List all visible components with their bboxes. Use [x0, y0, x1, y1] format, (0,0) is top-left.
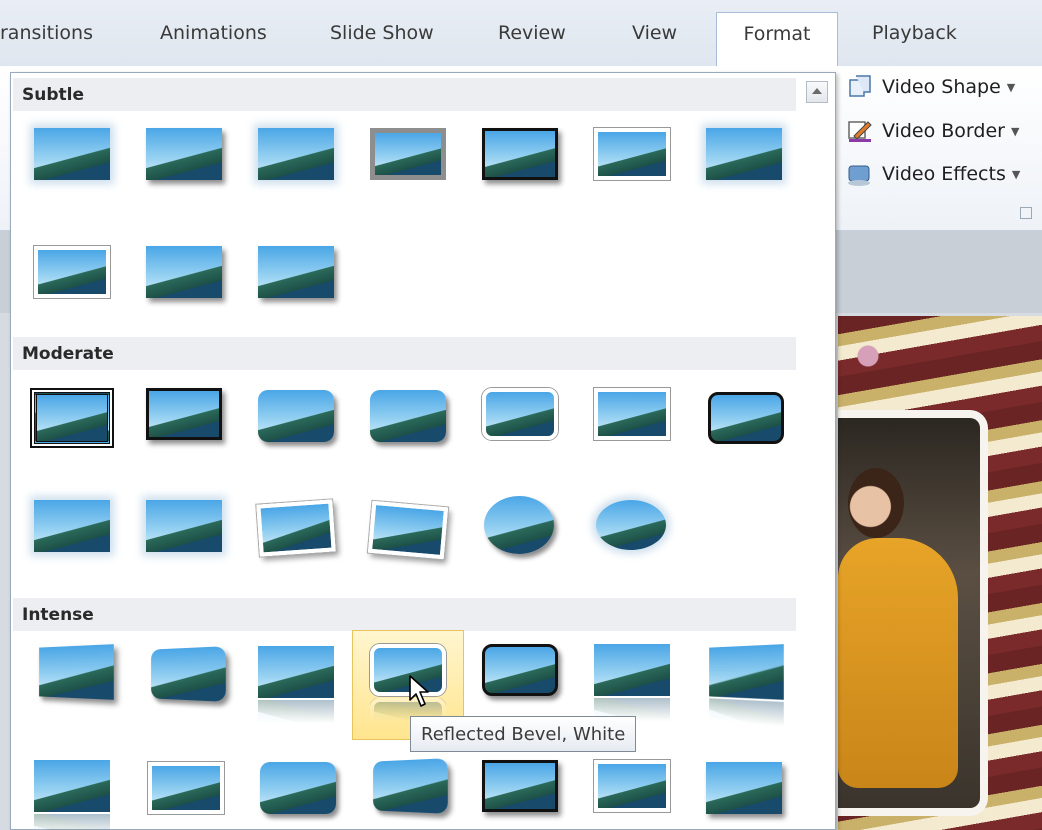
style-thumbnail[interactable]	[706, 762, 782, 814]
style-thumbnail[interactable]	[594, 388, 670, 440]
tab-transitions[interactable]: ransitions	[0, 22, 93, 44]
style-thumbnail[interactable]	[482, 128, 558, 180]
video-person-figure	[838, 538, 958, 788]
style-thumbnail[interactable]	[594, 128, 670, 180]
video-shape-button[interactable]: Video Shape ▼	[846, 70, 1015, 104]
style-thumbnail[interactable]	[146, 246, 222, 298]
style-tooltip: Reflected Bevel, White	[410, 716, 637, 752]
style-thumbnail[interactable]	[258, 646, 334, 698]
video-person-head	[848, 468, 904, 538]
gallery-scroll-up-button[interactable]	[806, 81, 828, 103]
video-effects-icon	[846, 161, 874, 187]
style-thumbnail[interactable]	[146, 128, 222, 180]
style-thumbnail[interactable]	[34, 128, 110, 180]
section-header-intense: Intense	[13, 598, 796, 631]
video-effects-dropdown-icon: ▼	[1011, 167, 1021, 181]
style-thumbnail[interactable]	[34, 246, 110, 298]
style-thumbnail[interactable]	[34, 760, 110, 812]
style-thumbnail[interactable]	[370, 390, 446, 442]
style-thumbnail[interactable]	[484, 496, 554, 554]
style-thumbnail[interactable]	[594, 644, 670, 696]
style-thumbnail[interactable]	[373, 758, 448, 814]
style-thumbnail[interactable]	[151, 646, 226, 702]
video-effects-label: Video Effects	[882, 163, 1006, 185]
style-thumbnail[interactable]	[258, 128, 334, 180]
style-thumbnail[interactable]	[367, 500, 449, 560]
style-thumbnail[interactable]	[482, 760, 558, 812]
video-effects-button[interactable]: Video Effects ▼	[846, 157, 1020, 191]
style-thumbnail[interactable]	[148, 762, 224, 814]
tab-playback[interactable]: Playback	[872, 22, 957, 44]
style-thumbnail[interactable]	[370, 128, 446, 180]
ribbon-tab-bar: ransitions Animations Slide Show Review …	[0, 0, 1042, 68]
style-thumbnail[interactable]	[260, 762, 336, 814]
video-border-icon	[846, 118, 874, 144]
video-border-label: Video Border	[882, 120, 1005, 142]
style-thumbnail[interactable]	[258, 390, 334, 442]
style-thumbnail[interactable]	[30, 388, 114, 448]
style-thumbnail[interactable]	[596, 500, 666, 550]
style-thumbnail[interactable]	[706, 128, 782, 180]
video-border-button[interactable]: Video Border ▼	[846, 114, 1019, 148]
style-thumbnail[interactable]	[146, 500, 222, 552]
video-shape-icon	[846, 74, 874, 100]
tab-animations[interactable]: Animations	[160, 22, 267, 44]
video-shape-dropdown-icon: ▼	[1006, 80, 1016, 94]
section-header-moderate: Moderate	[13, 337, 796, 370]
style-thumbnail[interactable]	[34, 500, 110, 552]
style-thumbnail[interactable]	[39, 644, 114, 700]
style-thumbnail[interactable]	[708, 392, 784, 444]
style-thumbnail[interactable]	[709, 644, 784, 700]
style-thumbnail[interactable]	[258, 246, 334, 298]
mouse-pointer-icon	[409, 675, 429, 707]
tab-view[interactable]: View	[632, 22, 677, 44]
tab-format[interactable]: Format	[716, 12, 838, 68]
slide-video-frame[interactable]	[838, 410, 988, 816]
style-thumbnail[interactable]	[594, 760, 670, 812]
style-thumbnail[interactable]	[256, 499, 336, 557]
tab-slide-show[interactable]: Slide Show	[330, 22, 434, 44]
dialog-launcher-icon[interactable]	[1020, 207, 1032, 219]
section-header-subtle: Subtle	[13, 78, 796, 111]
video-border-dropdown-icon: ▼	[1010, 124, 1020, 138]
style-thumbnail[interactable]	[482, 644, 558, 696]
tab-review[interactable]: Review	[498, 22, 566, 44]
video-shape-label: Video Shape	[882, 76, 1001, 98]
style-thumbnail[interactable]	[482, 388, 558, 440]
style-thumbnail[interactable]	[146, 388, 222, 440]
